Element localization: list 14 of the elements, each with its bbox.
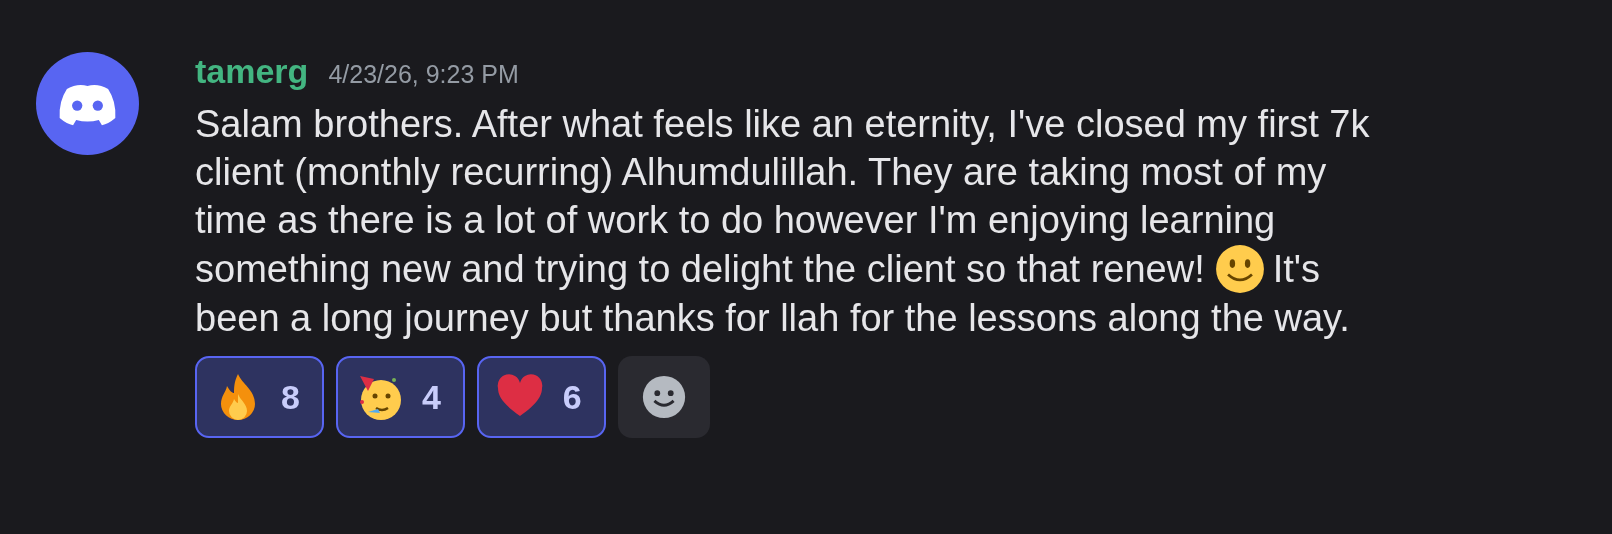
reaction-button[interactable]: 6 bbox=[476, 356, 606, 438]
message-text: something new and trying to delight the client so that renew! bbox=[195, 247, 1205, 292]
message-text: time as there is a lot of work to do however I'm enjoying learning bbox=[195, 198, 1276, 243]
smiley-icon bbox=[1214, 244, 1265, 294]
message-text: It's bbox=[1272, 247, 1321, 292]
reaction-button[interactable]: 4 bbox=[335, 356, 465, 438]
message-text: Salam brothers. After what feels like an eternity, I've closed my first 7k bbox=[195, 102, 1370, 147]
username[interactable]: tamerg bbox=[195, 52, 309, 91]
message-text: client (monthly recurring) Alhumdulillah. They are taking most of my bbox=[195, 150, 1327, 195]
message-text: been a long journey but thanks for llah for the lessons along the way. bbox=[195, 296, 1350, 341]
add-reaction-button[interactable] bbox=[617, 356, 710, 438]
timestamp: 4/23/26, 9:23 PM bbox=[328, 60, 519, 89]
reaction-button[interactable]: 8 bbox=[195, 356, 324, 438]
avatar[interactable] bbox=[36, 52, 139, 155]
